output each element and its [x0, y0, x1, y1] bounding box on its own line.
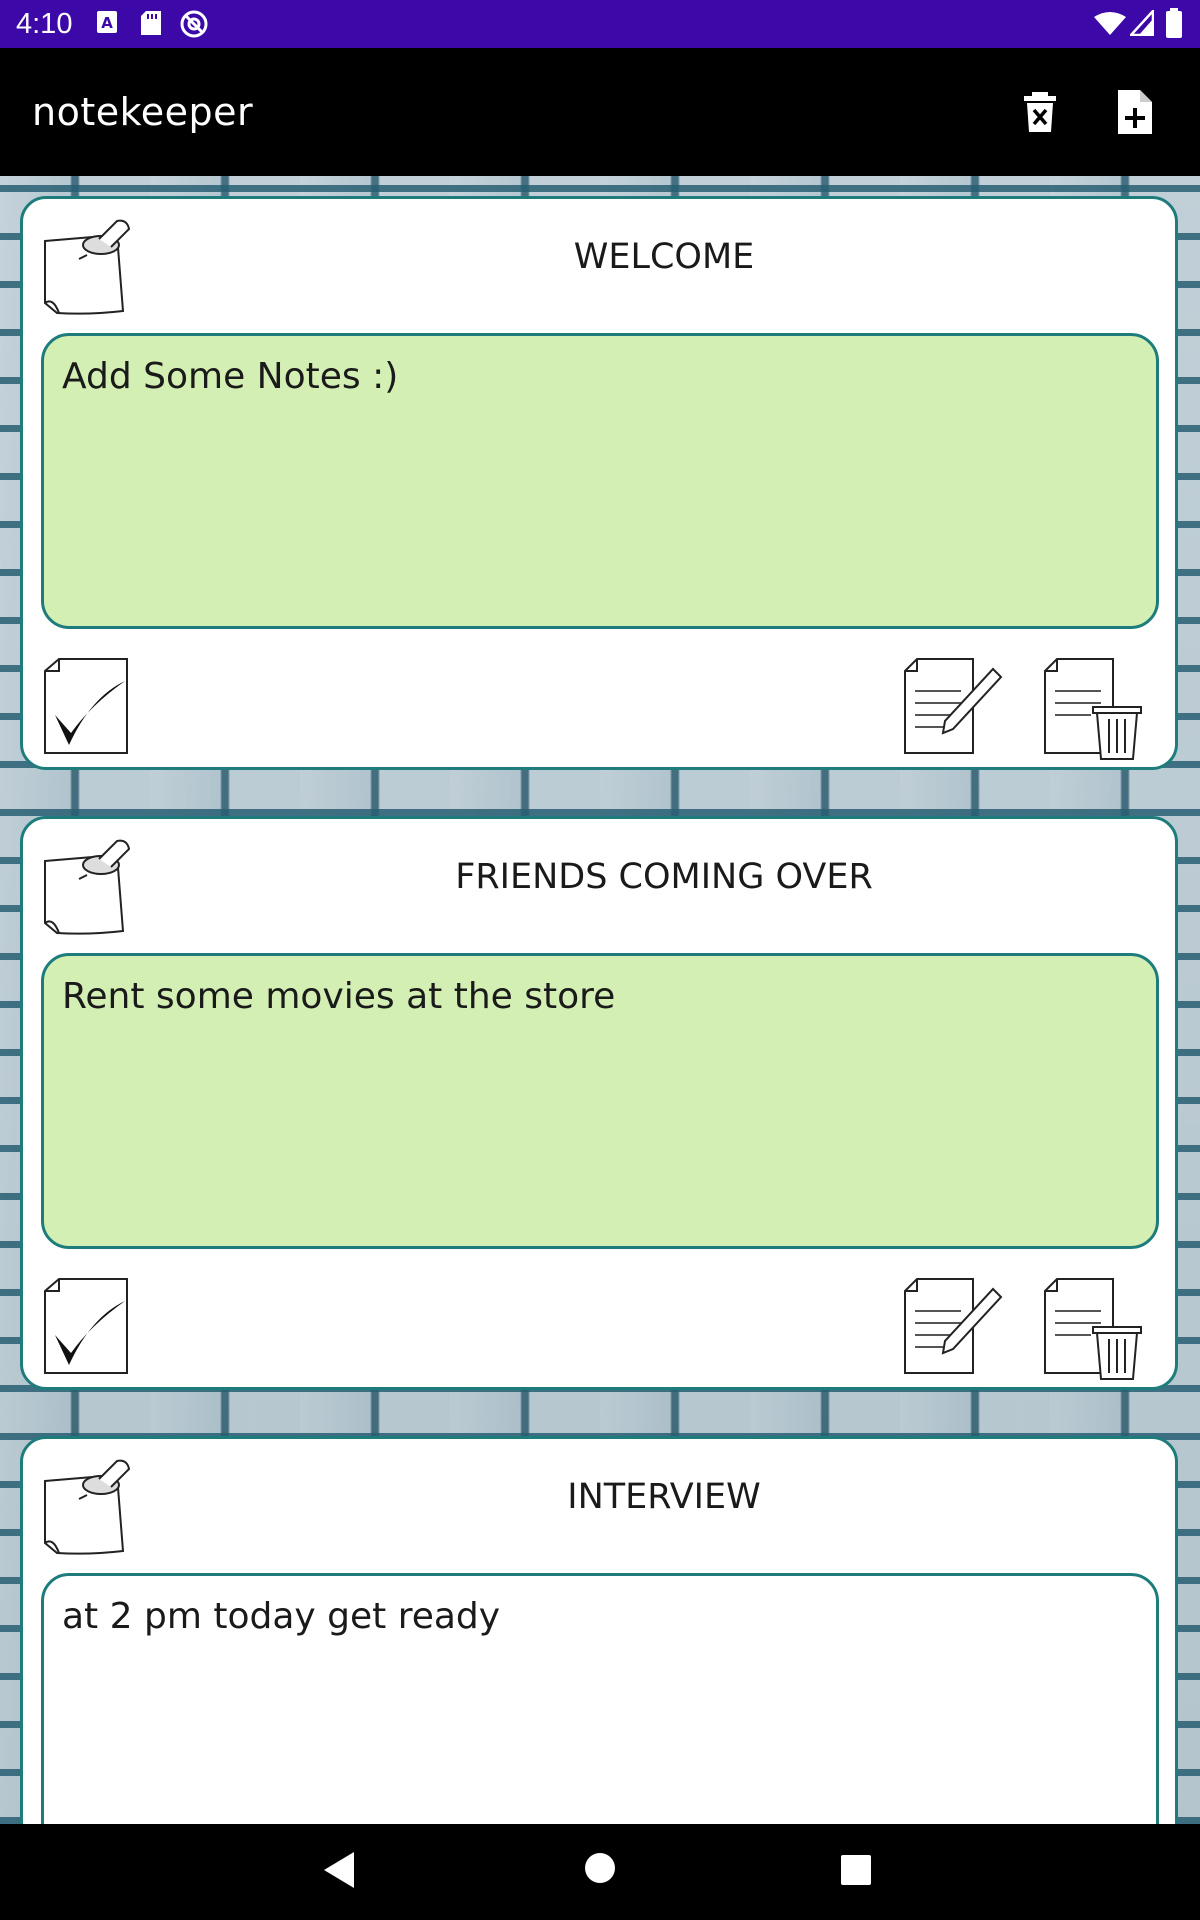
- note-title: INTERVIEW: [567, 1477, 761, 1517]
- back-icon: [324, 1852, 354, 1888]
- signal-icon: [1130, 10, 1154, 36]
- note-card: WELCOME Add Some Notes :): [20, 196, 1178, 770]
- home-icon: [585, 1853, 615, 1883]
- edit-note-icon: [904, 1278, 1003, 1374]
- status-time: 4:10: [16, 8, 73, 40]
- svg-text:A: A: [101, 14, 113, 32]
- navigation-bar: [0, 1824, 1200, 1920]
- add-note-button[interactable]: [1106, 84, 1162, 140]
- add-note-icon: [1118, 90, 1152, 134]
- delete-all-icon: [1024, 92, 1056, 132]
- at-sign-icon: [180, 10, 208, 38]
- recents-icon: [841, 1855, 871, 1885]
- pinned-note-icon: [44, 839, 131, 935]
- note-body[interactable]: Rent some movies at the store: [41, 953, 1159, 1249]
- edit-note-icon: [904, 658, 1003, 754]
- delete-note-button[interactable]: [1041, 1277, 1145, 1381]
- note-body[interactable]: Add Some Notes :): [41, 333, 1159, 629]
- mark-done-button[interactable]: [41, 1277, 131, 1375]
- note-title: FRIENDS COMING OVER: [455, 857, 873, 897]
- pinned-note-icon: [44, 219, 131, 315]
- text-a-icon: A: [97, 11, 117, 33]
- check-done-icon: [44, 1278, 128, 1374]
- notes-list[interactable]: WELCOME Add Some Notes :) FRIENDS COMING…: [0, 176, 1200, 1824]
- home-button[interactable]: [584, 1852, 616, 1889]
- battery-icon: [1166, 8, 1182, 38]
- check-done-icon: [44, 658, 128, 754]
- pinned-note-icon: [44, 1459, 131, 1555]
- note-card: INTERVIEW at 2 pm today get ready: [20, 1436, 1178, 1824]
- wifi-icon: [1094, 12, 1126, 35]
- mark-done-button[interactable]: [41, 657, 131, 755]
- back-button[interactable]: [322, 1850, 358, 1895]
- edit-note-button[interactable]: [901, 1277, 1005, 1375]
- recents-button[interactable]: [840, 1854, 872, 1891]
- app-bar: notekeeper: [0, 48, 1200, 176]
- delete-note-button[interactable]: [1041, 657, 1145, 761]
- delete-all-button[interactable]: [1012, 84, 1068, 140]
- delete-note-icon: [1044, 658, 1142, 760]
- note-body[interactable]: at 2 pm today get ready: [41, 1573, 1159, 1824]
- app-title: notekeeper: [32, 90, 254, 134]
- status-bar: 4:10 A: [0, 0, 1200, 48]
- delete-note-icon: [1044, 1278, 1142, 1380]
- edit-note-button[interactable]: [901, 657, 1005, 755]
- note-card: FRIENDS COMING OVER Rent some movies at …: [20, 816, 1178, 1390]
- sd-card-icon: [141, 11, 161, 35]
- note-title: WELCOME: [573, 237, 755, 277]
